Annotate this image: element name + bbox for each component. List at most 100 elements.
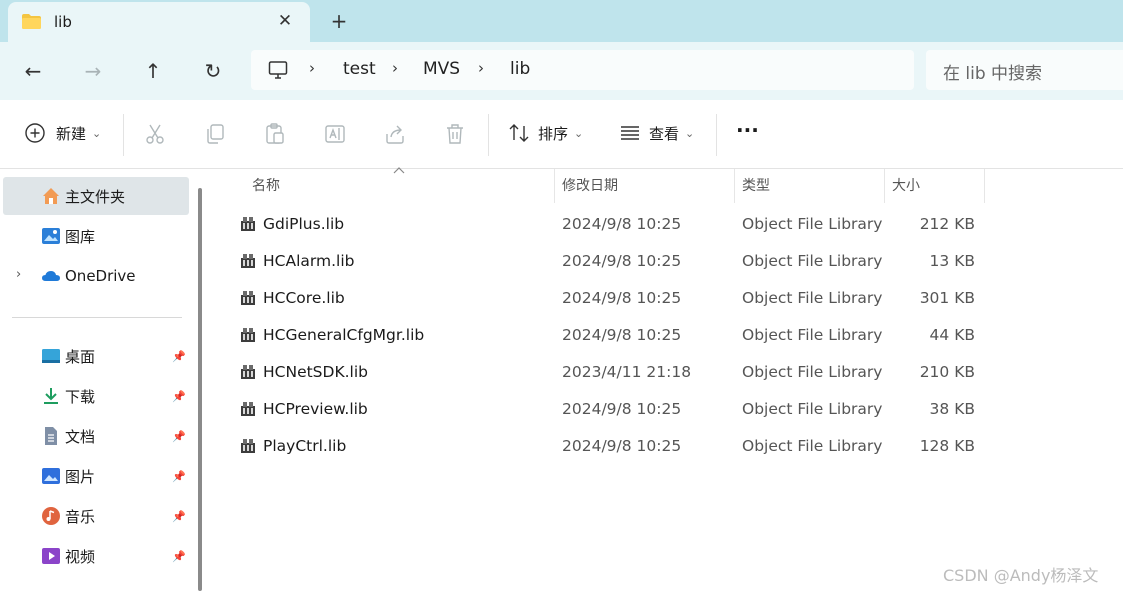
cloud-icon <box>41 266 61 286</box>
column-type[interactable]: 类型 <box>734 169 884 203</box>
share-icon[interactable] <box>383 122 407 146</box>
sidebar-item-label: 音乐 <box>65 507 96 526</box>
sidebar-item-label: 文档 <box>65 427 96 446</box>
breadcrumb-mvs[interactable]: MVS <box>423 59 460 79</box>
sidebar-item-videos[interactable]: 视频 <box>3 537 189 575</box>
file-size: 38 KB <box>929 400 975 418</box>
forward-button[interactable]: → <box>78 56 108 86</box>
file-name[interactable]: HCAlarm.lib <box>263 243 354 280</box>
copy-icon[interactable] <box>203 122 227 146</box>
column-size[interactable]: 大小 <box>884 169 984 203</box>
library-file-icon <box>240 327 256 343</box>
sidebar-item-label: 视频 <box>65 547 96 566</box>
pin-icon[interactable]: 📌 <box>172 430 186 443</box>
column-divider[interactable] <box>984 169 985 203</box>
up-button[interactable]: ↑ <box>138 56 168 86</box>
file-modified: 2024/9/8 10:25 <box>562 326 682 344</box>
breadcrumb-test[interactable]: test <box>343 59 376 79</box>
file-modified: 2024/9/8 10:25 <box>562 400 682 418</box>
tab-lib[interactable]: lib ✕ <box>8 2 310 42</box>
pin-icon[interactable]: 📌 <box>172 390 186 403</box>
file-type: Object File Library <box>742 215 883 233</box>
sidebar-item-pictures[interactable]: 图片 <box>3 457 189 495</box>
sidebar-scrollbar[interactable] <box>198 188 202 591</box>
library-file-icon <box>240 401 256 417</box>
refresh-button[interactable]: ↻ <box>198 56 228 86</box>
file-size: 128 KB <box>919 437 975 455</box>
file-type: Object File Library <box>742 400 883 418</box>
file-type: Object File Library <box>742 289 883 307</box>
file-name[interactable]: HCPreview.lib <box>263 391 368 428</box>
file-size: 210 KB <box>919 363 975 381</box>
document-icon <box>41 426 61 446</box>
delete-icon[interactable] <box>443 122 467 146</box>
sort-ascending-icon <box>393 167 405 174</box>
column-name[interactable]: 名称 <box>244 169 554 203</box>
sidebar-item-label: 图库 <box>65 227 96 246</box>
new-tab-button[interactable]: + <box>328 9 350 33</box>
breadcrumb-separator[interactable]: › <box>478 59 484 77</box>
file-size: 301 KB <box>919 289 975 307</box>
column-modified[interactable]: 修改日期 <box>554 169 734 203</box>
sidebar-item-music[interactable]: 音乐 <box>3 497 189 535</box>
breadcrumb-separator[interactable]: › <box>309 59 315 77</box>
address-bar[interactable]: › test › MVS › lib <box>251 50 914 90</box>
search-box[interactable]: 在 lib 中搜索 <box>926 50 1123 90</box>
file-row[interactable]: HCAlarm.lib 2024/9/8 10:25 Object File Lib… <box>212 243 1123 280</box>
file-size: 212 KB <box>919 215 975 233</box>
back-button[interactable]: ← <box>18 56 48 86</box>
sidebar-item-downloads[interactable]: 下载 <box>3 377 189 415</box>
file-name[interactable]: GdiPlus.lib <box>263 206 344 243</box>
pin-icon[interactable]: 📌 <box>172 550 186 563</box>
file-size: 44 KB <box>929 326 975 344</box>
sort-button[interactable]: 排序 ⌄ <box>508 122 583 144</box>
file-row[interactable]: HCNetSDK.lib 2023/4/11 21:18 Object File L… <box>212 354 1123 391</box>
file-name[interactable]: HCGeneralCfgMgr.lib <box>263 317 424 354</box>
view-button[interactable]: 查看 ⌄ <box>619 122 694 144</box>
library-file-icon <box>240 253 256 269</box>
file-name[interactable]: HCNetSDK.lib <box>263 354 368 391</box>
file-row[interactable]: HCPreview.lib 2024/9/8 10:25 Object File L… <box>212 391 1123 428</box>
file-size: 13 KB <box>929 252 975 270</box>
view-icon <box>621 126 639 140</box>
sidebar-item-gallery[interactable]: 图库 <box>3 217 189 255</box>
file-row[interactable]: HCGeneralCfgMgr.lib 2024/9/8 10:25 Object … <box>212 317 1123 354</box>
title-bar: lib ✕ + <box>0 0 1123 42</box>
file-row[interactable]: PlayCtrl.lib 2024/9/8 10:25 Object File Li… <box>212 428 1123 465</box>
breadcrumb-separator[interactable]: › <box>392 59 398 77</box>
paste-icon[interactable] <box>263 122 287 146</box>
file-modified: 2024/9/8 10:25 <box>562 289 682 307</box>
library-file-icon <box>240 290 256 306</box>
watermark: CSDN @Andy杨泽文 <box>943 566 1099 585</box>
new-button[interactable]: 新建 ⌄ <box>24 122 101 144</box>
sidebar-item-label: 桌面 <box>65 347 96 366</box>
file-name[interactable]: HCCore.lib <box>263 280 345 317</box>
video-icon <box>41 546 61 566</box>
command-bar: 新建 ⌄ 排序 ⌄ 查看 ⌄ ··· <box>0 100 1123 169</box>
toolbar-divider <box>488 114 489 156</box>
sidebar-item-onedrive[interactable]: OneDrive <box>3 257 189 295</box>
sidebar-divider <box>12 317 182 318</box>
file-name[interactable]: PlayCtrl.lib <box>263 428 346 465</box>
library-file-icon <box>240 364 256 380</box>
file-modified: 2023/4/11 21:18 <box>562 363 692 381</box>
cut-icon[interactable] <box>143 122 167 146</box>
sidebar-item-desktop[interactable]: 桌面 <box>3 337 189 375</box>
close-tab-button[interactable]: ✕ <box>274 11 296 31</box>
sidebar-item-label: 图片 <box>65 467 96 486</box>
more-options-button[interactable]: ··· <box>736 118 759 142</box>
file-modified: 2024/9/8 10:25 <box>562 215 682 233</box>
library-file-icon <box>240 438 256 454</box>
breadcrumb-lib[interactable]: lib <box>510 59 530 79</box>
file-row[interactable]: GdiPlus.lib 2024/9/8 10:25 Object File Lib… <box>212 206 1123 243</box>
pin-icon[interactable]: 📌 <box>172 470 186 483</box>
column-header: 名称 修改日期 类型 大小 <box>212 169 1123 203</box>
sidebar-item-documents[interactable]: 文档 <box>3 417 189 455</box>
file-row[interactable]: HCCore.lib 2024/9/8 10:25 Object File Libr… <box>212 280 1123 317</box>
pin-icon[interactable]: 📌 <box>172 510 186 523</box>
pin-icon[interactable]: 📌 <box>172 350 186 363</box>
this-pc-icon[interactable] <box>268 60 288 80</box>
sidebar-item-home[interactable]: 主文件夹 <box>3 177 189 215</box>
plus-circle-icon <box>25 123 45 143</box>
rename-icon[interactable] <box>323 122 347 146</box>
